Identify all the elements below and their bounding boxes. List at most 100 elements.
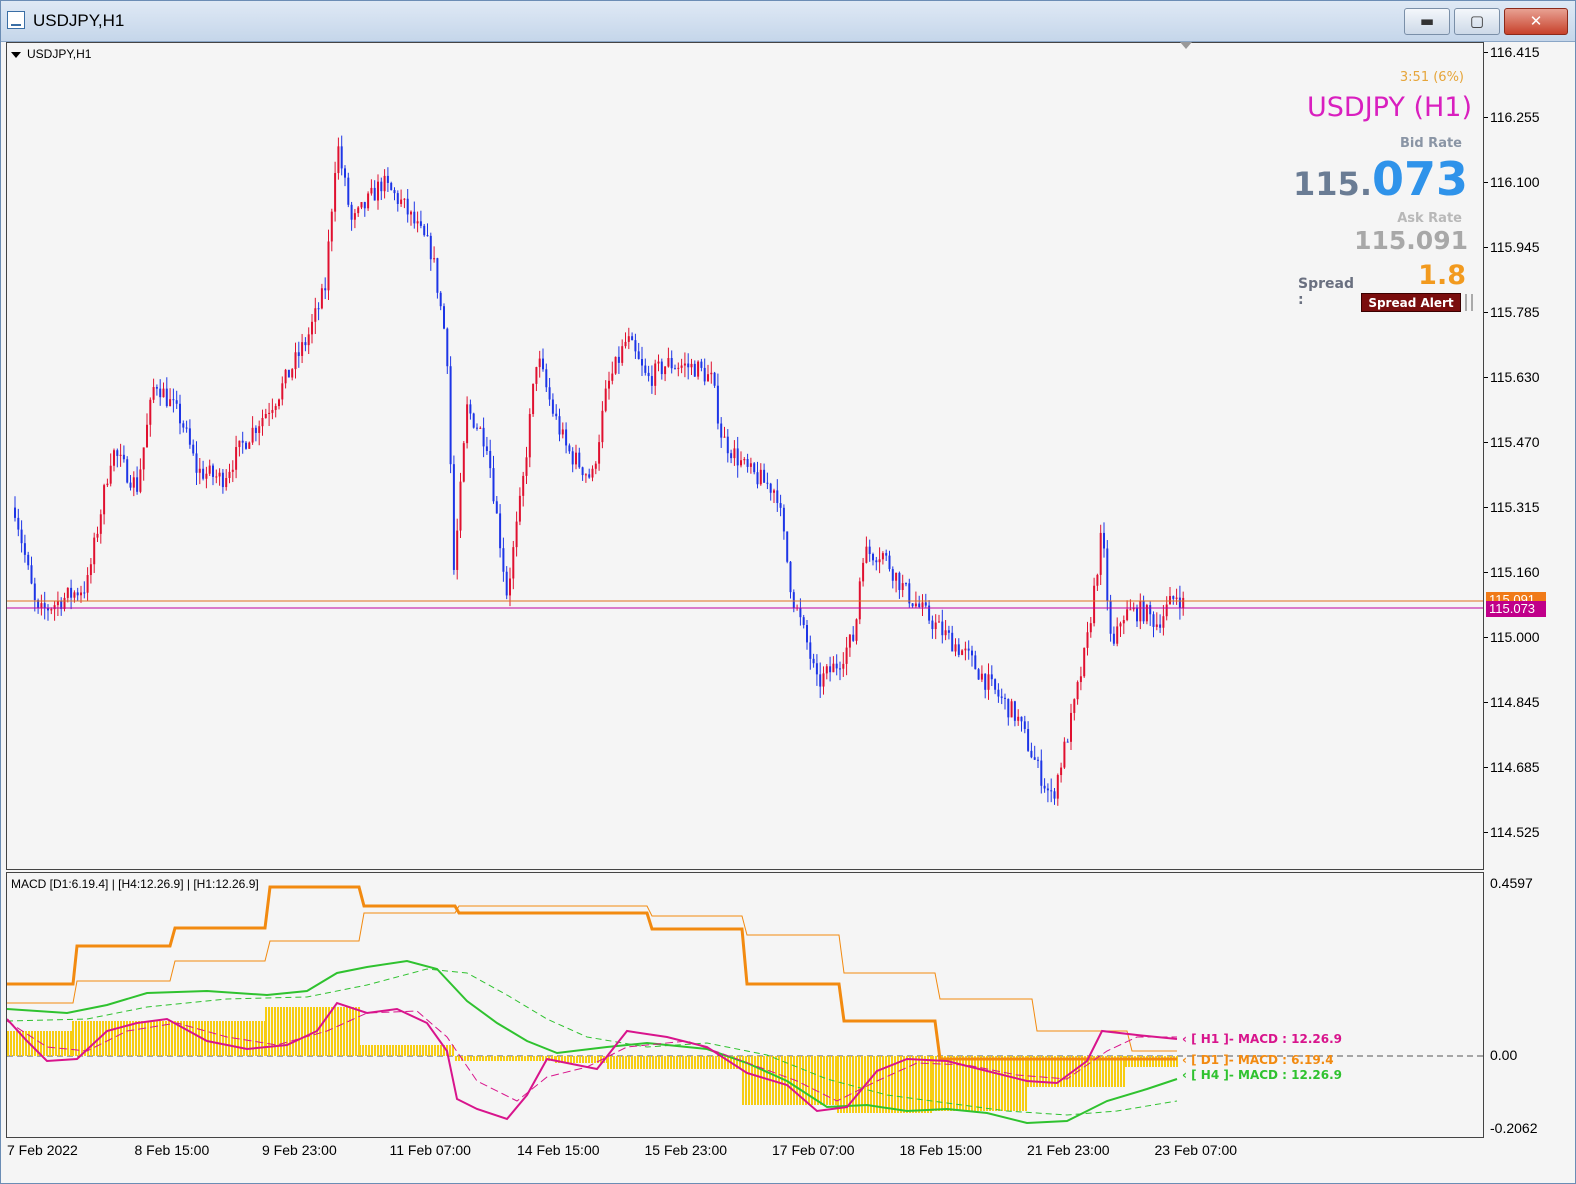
macd-histogram-bar (879, 1056, 881, 1113)
candle-body (1165, 604, 1168, 617)
macd-histogram-bar (280, 1007, 282, 1056)
candle-body (1162, 616, 1165, 628)
candle-body (320, 288, 323, 309)
macd-histogram-bar (655, 1056, 657, 1069)
candle-body (967, 648, 970, 651)
candle-body (977, 669, 980, 680)
macd-histogram-bar (1102, 1056, 1104, 1087)
price-scale-label: 115.315 (1490, 499, 1540, 515)
macd-histogram-bar (983, 1056, 985, 1111)
candle-body (482, 427, 485, 447)
candle-body (756, 472, 759, 485)
macd-histogram-bar (365, 1045, 367, 1056)
close-icon: ✕ (1529, 12, 1543, 30)
spread-value: 1.8 (1418, 260, 1466, 291)
minimize-button[interactable]: ▬ (1404, 8, 1450, 35)
maximize-button[interactable]: ▢ (1454, 8, 1500, 35)
chart-menu-arrow-icon[interactable] (11, 52, 21, 58)
macd-histogram-bar (458, 1056, 460, 1061)
macd-indicator-pane[interactable]: MACD [D1:6.19.4] | [H4:12.26.9] | [H1:12… (6, 872, 1484, 1138)
macd-histogram-bar (751, 1056, 753, 1105)
candle-body (47, 608, 49, 611)
drag-handle-icon[interactable] (1465, 294, 1473, 311)
macd-histogram-bar (425, 1045, 427, 1056)
maximize-icon: ▢ (1469, 12, 1485, 30)
candle-body (594, 463, 597, 469)
price-tick-mark (1484, 312, 1488, 313)
macd-histogram-bar (162, 1021, 164, 1056)
macd-scale-zero: 0.00 (1490, 1047, 1518, 1063)
candle-body (1017, 716, 1020, 721)
candle-body (776, 490, 779, 504)
macd-histogram-bar (664, 1056, 666, 1069)
macd-histogram-bar (1117, 1056, 1119, 1087)
candle-body (1175, 597, 1178, 599)
candle-body (1013, 701, 1016, 721)
candle-body (789, 561, 792, 593)
macd-histogram-bar (607, 1056, 609, 1069)
candle-body (14, 507, 16, 518)
candle-body (578, 452, 581, 468)
macd-histogram-bar (455, 1056, 457, 1061)
close-button[interactable]: ✕ (1504, 8, 1568, 35)
macd-histogram-bar (210, 1021, 212, 1056)
candle-body (400, 199, 403, 204)
macd-histogram-bar (132, 1021, 134, 1056)
candle-body (812, 658, 815, 664)
macd-histogram-bar (398, 1045, 400, 1056)
macd-histogram-bar (228, 1021, 230, 1056)
macd-histogram-bar (252, 1021, 254, 1056)
price-tick-mark (1484, 832, 1488, 833)
candle-body (604, 388, 607, 411)
macd-histogram-bar (817, 1056, 819, 1105)
macd-histogram-bar (488, 1056, 490, 1061)
candle-body (598, 442, 601, 464)
macd-histogram-bar (524, 1056, 526, 1061)
candle-body (268, 412, 271, 414)
candle-body (1159, 624, 1162, 628)
macd-histogram-bar (485, 1056, 487, 1061)
macd-histogram-bar (835, 1056, 837, 1105)
macd-histogram-bar (491, 1056, 493, 1061)
macd-histogram-bar (754, 1056, 756, 1105)
macd-histogram-bar (413, 1045, 415, 1056)
macd-histogram-bar (992, 1056, 994, 1111)
macd-histogram-bar (995, 1056, 997, 1111)
spread-alert-button[interactable]: Spread Alert (1361, 293, 1461, 312)
macd-histogram-bar (213, 1021, 215, 1056)
candle-body (763, 469, 766, 483)
chart-shift-marker-icon[interactable] (1180, 42, 1192, 49)
chart-window-icon (7, 11, 25, 29)
macd-histogram-bar (219, 1021, 221, 1056)
candle-body (416, 221, 419, 224)
title-bar[interactable]: USDJPY,H1 ▬ ▢ ✕ (1, 1, 1575, 42)
candle-body (344, 168, 346, 178)
macd-histogram-bar (709, 1056, 711, 1069)
macd-histogram-bar (93, 1021, 95, 1056)
candle-body (601, 410, 604, 443)
candle-body (449, 366, 452, 465)
macd-histogram-bar (359, 1045, 361, 1056)
candle-body (456, 530, 459, 570)
macd-histogram-bar (530, 1056, 532, 1061)
macd-histogram-bar (909, 1056, 911, 1113)
candle-body (485, 446, 488, 451)
macd-histogram-bar (355, 1007, 357, 1056)
bar-timer: 3:51 (6%) (1399, 70, 1464, 85)
candle-body (726, 436, 729, 454)
macd-histogram-bar (7, 1031, 9, 1056)
candle-body (396, 193, 399, 204)
candle-body (1020, 716, 1023, 722)
macd-histogram-bar (258, 1021, 260, 1056)
candle-body (1043, 785, 1046, 789)
macd-histogram-bar (58, 1031, 60, 1056)
macd-histogram-bar (298, 1007, 300, 1056)
macd-histogram-bar (932, 1056, 934, 1111)
macd-histogram-bar (198, 1021, 200, 1056)
candle-body (829, 666, 832, 673)
macd-histogram-bar (673, 1056, 675, 1069)
time-axis-label: 18 Feb 15:00 (899, 1142, 983, 1158)
macd-histogram-bar (52, 1031, 54, 1056)
macd-histogram-bar (437, 1045, 439, 1056)
macd-histogram-bar (906, 1056, 908, 1113)
